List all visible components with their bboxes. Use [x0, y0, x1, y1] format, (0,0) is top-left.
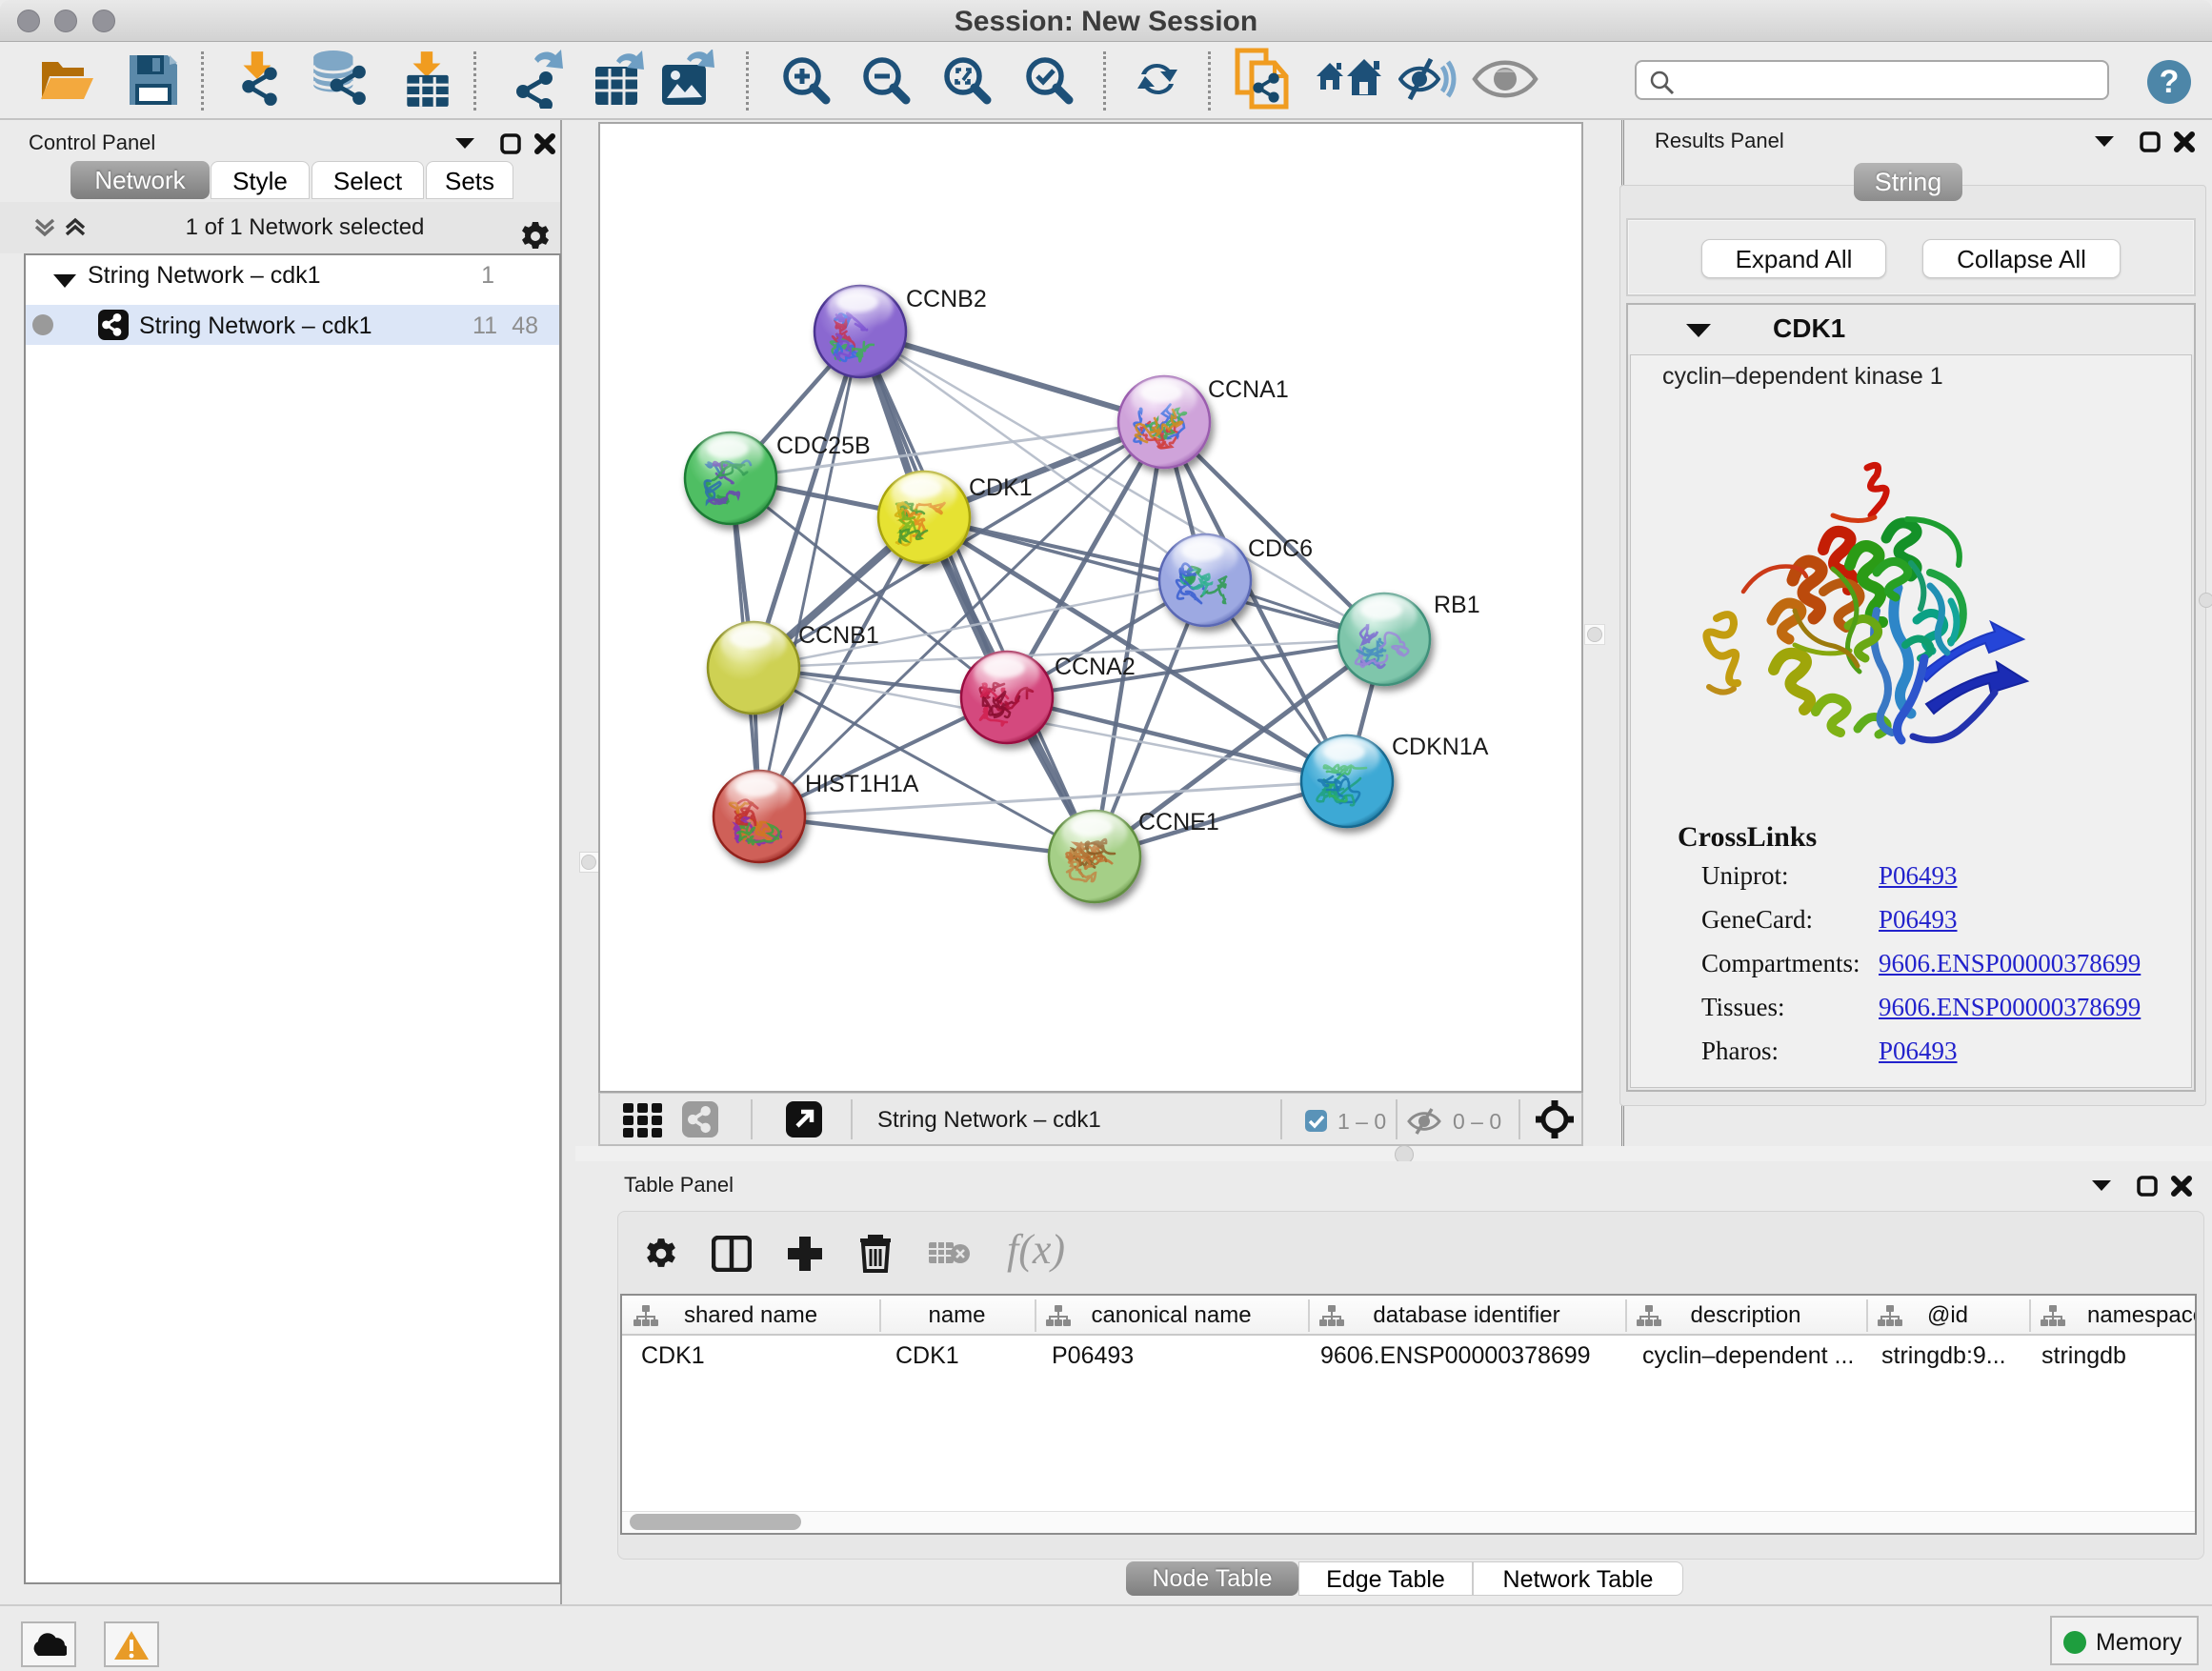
svg-text:CDK1: CDK1: [969, 474, 1033, 501]
svg-text:CDC25B: CDC25B: [776, 433, 871, 459]
svg-text:CCNA1: CCNA1: [1208, 376, 1289, 403]
svg-text:CCNE1: CCNE1: [1138, 809, 1219, 836]
svg-text:RB1: RB1: [1434, 592, 1480, 618]
svg-text:HIST1H1A: HIST1H1A: [805, 771, 919, 797]
svg-text:CCNA2: CCNA2: [1055, 654, 1136, 680]
svg-text:CDKN1A: CDKN1A: [1392, 734, 1489, 760]
svg-text:CCNB2: CCNB2: [906, 286, 987, 312]
svg-text:CDC6: CDC6: [1248, 535, 1313, 562]
svg-text:CCNB1: CCNB1: [798, 622, 879, 649]
